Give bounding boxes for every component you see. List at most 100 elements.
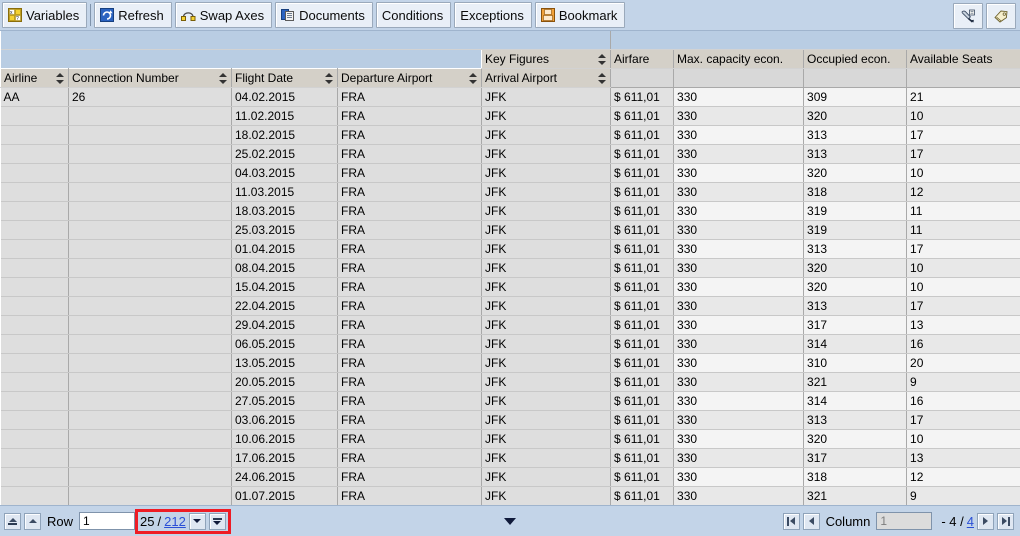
- cell-airline[interactable]: [0, 277, 69, 297]
- cell-airfare[interactable]: $ 611,01: [610, 144, 675, 164]
- table-row[interactable]: AA 26 04.02.2015 FRA JFK $ 611,01 330 309 21: [0, 87, 1020, 107]
- cell-arrival-airport[interactable]: JFK: [481, 258, 612, 278]
- row-previous-button[interactable]: [24, 512, 41, 530]
- cell-airfare[interactable]: $ 611,01: [610, 486, 675, 505]
- cell-flight-date[interactable]: 22.04.2015: [231, 296, 338, 316]
- cell-occupied[interactable]: 314: [803, 391, 908, 411]
- table-row[interactable]: 25.03.2015 FRA JFK $ 611,01 330 319 11: [0, 220, 1020, 240]
- cell-connection-number[interactable]: [68, 334, 232, 354]
- cell-arrival-airport[interactable]: JFK: [481, 277, 612, 297]
- table-row[interactable]: 03.06.2015 FRA JFK $ 611,01 330 313 17: [0, 410, 1020, 430]
- column-header-airfare[interactable]: Airfare: [610, 49, 675, 69]
- cell-available-seats[interactable]: 17: [906, 125, 1020, 145]
- cell-max-capacity[interactable]: 330: [673, 201, 805, 221]
- cell-occupied[interactable]: 310: [803, 353, 908, 373]
- cell-airfare[interactable]: $ 611,01: [610, 467, 675, 487]
- cell-airfare[interactable]: $ 611,01: [610, 429, 675, 449]
- cell-available-seats[interactable]: 11: [906, 201, 1020, 221]
- cell-arrival-airport[interactable]: JFK: [481, 125, 612, 145]
- cell-available-seats[interactable]: 20: [906, 353, 1020, 373]
- cell-airline[interactable]: [0, 448, 69, 468]
- row-page-indicator[interactable]: 25 / 212: [135, 508, 231, 534]
- cell-departure-airport[interactable]: FRA: [337, 334, 482, 354]
- row-input[interactable]: 1: [79, 512, 136, 530]
- cell-max-capacity[interactable]: 330: [673, 106, 805, 126]
- cell-airline[interactable]: [0, 486, 69, 505]
- cell-occupied[interactable]: 319: [803, 220, 908, 240]
- cell-departure-airport[interactable]: FRA: [337, 467, 482, 487]
- cell-flight-date[interactable]: 10.06.2015: [231, 429, 338, 449]
- conditions-button[interactable]: Conditions: [375, 2, 452, 28]
- cell-connection-number[interactable]: [68, 372, 232, 392]
- column-header-occupied[interactable]: Occupied econ.: [803, 49, 908, 69]
- table-row[interactable]: 24.06.2015 FRA JFK $ 611,01 330 318 12: [0, 467, 1020, 487]
- cell-occupied[interactable]: 321: [803, 486, 908, 505]
- cell-max-capacity[interactable]: 330: [673, 239, 805, 259]
- cell-occupied[interactable]: 320: [803, 258, 908, 278]
- cell-arrival-airport[interactable]: JFK: [481, 372, 612, 392]
- cell-max-capacity[interactable]: 330: [673, 144, 805, 164]
- cell-airline[interactable]: AA: [0, 87, 69, 107]
- cell-connection-number[interactable]: [68, 277, 232, 297]
- sort-updown-icon[interactable]: [598, 72, 607, 85]
- cell-occupied[interactable]: 320: [803, 429, 908, 449]
- cell-occupied[interactable]: 314: [803, 334, 908, 354]
- cell-occupied[interactable]: 321: [803, 372, 908, 392]
- cell-airfare[interactable]: $ 611,01: [610, 125, 675, 145]
- cell-airfare[interactable]: $ 611,01: [610, 163, 675, 183]
- cell-available-seats[interactable]: 9: [906, 372, 1020, 392]
- cell-max-capacity[interactable]: 330: [673, 315, 805, 335]
- cell-airline[interactable]: [0, 467, 69, 487]
- cell-airfare[interactable]: $ 611,01: [610, 106, 675, 126]
- cell-airline[interactable]: [0, 106, 69, 126]
- cell-departure-airport[interactable]: FRA: [337, 391, 482, 411]
- cell-max-capacity[interactable]: 330: [673, 448, 805, 468]
- table-row[interactable]: 10.06.2015 FRA JFK $ 611,01 330 320 10: [0, 429, 1020, 449]
- cell-available-seats[interactable]: 10: [906, 429, 1020, 449]
- cell-connection-number[interactable]: [68, 163, 232, 183]
- settings-wrench-button[interactable]: [953, 3, 983, 29]
- cell-available-seats[interactable]: 17: [906, 144, 1020, 164]
- cell-arrival-airport[interactable]: JFK: [481, 391, 612, 411]
- column-counter-total-link[interactable]: 4: [967, 514, 974, 529]
- column-header-departure-airport[interactable]: Departure Airport: [337, 68, 482, 88]
- refresh-button[interactable]: Refresh: [94, 2, 172, 28]
- cell-airfare[interactable]: $ 611,01: [610, 220, 675, 240]
- cell-max-capacity[interactable]: 330: [673, 163, 805, 183]
- row-counter-total-link[interactable]: 212: [164, 514, 186, 529]
- cell-max-capacity[interactable]: 330: [673, 258, 805, 278]
- table-row[interactable]: 22.04.2015 FRA JFK $ 611,01 330 313 17: [0, 296, 1020, 316]
- cell-airfare[interactable]: $ 611,01: [610, 391, 675, 411]
- column-header-airline[interactable]: Airline: [0, 68, 69, 88]
- cell-arrival-airport[interactable]: JFK: [481, 144, 612, 164]
- cell-airline[interactable]: [0, 182, 69, 202]
- cell-available-seats[interactable]: 16: [906, 334, 1020, 354]
- sort-updown-icon[interactable]: [469, 72, 478, 85]
- cell-occupied[interactable]: 320: [803, 163, 908, 183]
- cell-airfare[interactable]: $ 611,01: [610, 87, 675, 107]
- cell-departure-airport[interactable]: FRA: [337, 163, 482, 183]
- column-next-button[interactable]: [977, 512, 994, 530]
- cell-available-seats[interactable]: 17: [906, 296, 1020, 316]
- cell-flight-date[interactable]: 24.06.2015: [231, 467, 338, 487]
- cell-arrival-airport[interactable]: JFK: [481, 315, 612, 335]
- cell-flight-date[interactable]: 18.02.2015: [231, 125, 338, 145]
- table-row[interactable]: 01.04.2015 FRA JFK $ 611,01 330 313 17: [0, 239, 1020, 259]
- cell-arrival-airport[interactable]: JFK: [481, 201, 612, 221]
- cell-departure-airport[interactable]: FRA: [337, 125, 482, 145]
- cell-airfare[interactable]: $ 611,01: [610, 315, 675, 335]
- cell-airline[interactable]: [0, 296, 69, 316]
- cell-max-capacity[interactable]: 330: [673, 182, 805, 202]
- cell-available-seats[interactable]: 10: [906, 258, 1020, 278]
- cell-airline[interactable]: [0, 391, 69, 411]
- cell-arrival-airport[interactable]: JFK: [481, 448, 612, 468]
- cell-airline[interactable]: [0, 429, 69, 449]
- cell-occupied[interactable]: 313: [803, 296, 908, 316]
- cell-airline[interactable]: [0, 201, 69, 221]
- cell-occupied[interactable]: 317: [803, 448, 908, 468]
- cell-flight-date[interactable]: 11.03.2015: [231, 182, 338, 202]
- cell-airline[interactable]: [0, 410, 69, 430]
- cell-airfare[interactable]: $ 611,01: [610, 239, 675, 259]
- cell-airfare[interactable]: $ 611,01: [610, 448, 675, 468]
- cell-flight-date[interactable]: 20.05.2015: [231, 372, 338, 392]
